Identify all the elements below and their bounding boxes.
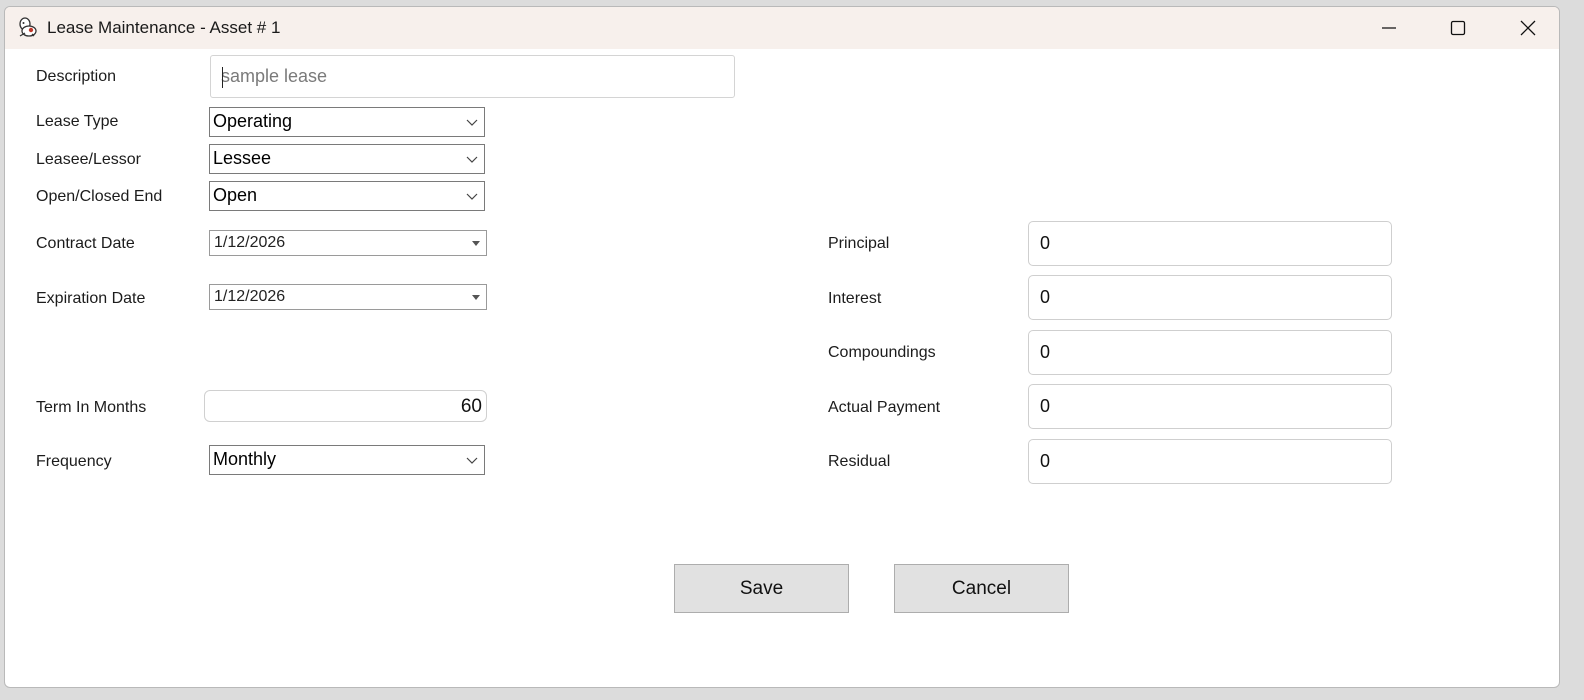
compoundings-field[interactable]: 0 (1028, 330, 1392, 375)
chevron-down-icon (466, 156, 478, 163)
title-bar[interactable]: Lease Maintenance - Asset # 1 (5, 7, 1559, 49)
maximize-icon (1450, 20, 1466, 36)
minimize-button[interactable] (1354, 7, 1424, 49)
residual-field[interactable]: 0 (1028, 439, 1392, 484)
app-logo-icon (19, 17, 37, 37)
contract-date-picker[interactable]: 1/12/2026 (209, 230, 487, 256)
lease-type-select[interactable]: Operating (209, 107, 485, 137)
window-title: Lease Maintenance - Asset # 1 (47, 18, 281, 37)
open-closed-label: Open/Closed End (36, 188, 163, 205)
expiration-date-label: Expiration Date (36, 290, 146, 307)
description-field[interactable] (210, 55, 735, 98)
term-months-field[interactable]: 60 (204, 390, 487, 422)
text-caret (222, 67, 223, 88)
open-closed-value: Open (213, 185, 258, 205)
actual-payment-label: Actual Payment (828, 399, 941, 416)
residual-label: Residual (828, 453, 891, 470)
lease-maintenance-window: Lease Maintenance - Asset # 1 Descriptio… (4, 6, 1560, 688)
dropdown-arrow-icon[interactable] (472, 241, 480, 246)
leasee-lessor-value: Lessee (213, 148, 272, 168)
save-button[interactable]: Save (674, 564, 849, 613)
expiration-date-picker[interactable]: 1/12/2026 (209, 284, 487, 310)
chevron-down-icon (466, 193, 478, 200)
chevron-down-icon (466, 119, 478, 126)
lease-type-label: Lease Type (36, 113, 119, 130)
principal-value: 0 (1040, 233, 1051, 253)
interest-field[interactable]: 0 (1028, 275, 1392, 320)
frequency-select[interactable]: Monthly (209, 445, 485, 475)
term-months-value: 60 (460, 396, 482, 417)
minimize-icon (1382, 27, 1396, 29)
term-months-label: Term In Months (36, 399, 147, 416)
principal-label: Principal (828, 235, 890, 252)
principal-field[interactable]: 0 (1028, 221, 1392, 266)
compoundings-value: 0 (1040, 342, 1051, 362)
interest-label: Interest (828, 290, 882, 307)
open-closed-select[interactable]: Open (209, 181, 485, 211)
maximize-button[interactable] (1423, 7, 1493, 49)
frequency-value: Monthly (213, 449, 277, 469)
interest-value: 0 (1040, 287, 1051, 307)
cancel-button[interactable]: Cancel (894, 564, 1069, 613)
leasee-lessor-select[interactable]: Lessee (209, 144, 485, 174)
compoundings-label: Compoundings (828, 344, 936, 361)
frequency-label: Frequency (36, 453, 112, 470)
actual-payment-value: 0 (1040, 396, 1051, 416)
contract-date-label: Contract Date (36, 235, 135, 252)
chevron-down-icon (466, 457, 478, 464)
actual-payment-field[interactable]: 0 (1028, 384, 1392, 429)
leasee-lessor-label: Leasee/Lessor (36, 151, 141, 168)
contract-date-value: 1/12/2026 (214, 234, 286, 251)
description-input[interactable] (211, 56, 734, 97)
lease-type-value: Operating (213, 111, 293, 131)
close-icon (1520, 20, 1536, 36)
close-button[interactable] (1493, 7, 1559, 49)
residual-value: 0 (1040, 451, 1051, 471)
expiration-date-value: 1/12/2026 (214, 288, 286, 305)
dropdown-arrow-icon[interactable] (472, 295, 480, 300)
description-label: Description (36, 68, 117, 85)
